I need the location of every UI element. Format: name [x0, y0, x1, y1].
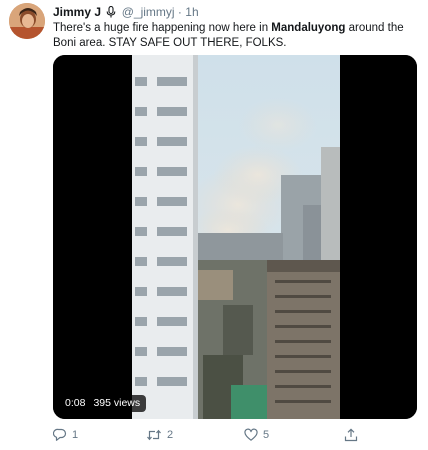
reply-icon	[53, 428, 67, 441]
retweet-button[interactable]: 2	[146, 425, 173, 445]
reply-count: 1	[72, 429, 79, 441]
like-count: 5	[263, 429, 270, 441]
separator-dot: ·	[177, 5, 182, 19]
author-name[interactable]: Jimmy J	[53, 5, 101, 19]
tweet-header: Jimmy J @_jimmyj · 1h	[53, 5, 199, 21]
author-handle[interactable]: @_jimmyj	[122, 5, 175, 19]
video-player[interactable]: 0:08 395 views	[53, 55, 417, 419]
tweet: Jimmy J @_jimmyj · 1h There's a huge fir…	[0, 0, 428, 450]
video-elapsed: 0:08	[65, 397, 86, 409]
video-meta: 0:08 395 views	[59, 395, 147, 412]
avatar[interactable]	[9, 3, 45, 39]
tweet-text: There's a huge fire happening now here i…	[53, 21, 421, 51]
reply-button[interactable]: 1	[53, 425, 78, 445]
retweet-icon	[147, 429, 161, 441]
tweet-actions: 1 2 5	[53, 425, 417, 445]
microphone-icon	[106, 5, 116, 21]
tweet-text-part1: There's a huge fire happening now here i…	[53, 22, 272, 34]
retweet-count: 2	[167, 429, 174, 441]
tweet-text-place: Mandaluyong	[271, 22, 346, 34]
video-views: 395 views	[93, 397, 141, 409]
share-button[interactable]	[344, 425, 363, 445]
like-button[interactable]: 5	[244, 425, 269, 445]
video-frame	[53, 55, 417, 419]
like-icon	[244, 428, 258, 441]
share-icon	[344, 428, 358, 442]
tweet-timestamp[interactable]: 1h	[185, 5, 198, 19]
